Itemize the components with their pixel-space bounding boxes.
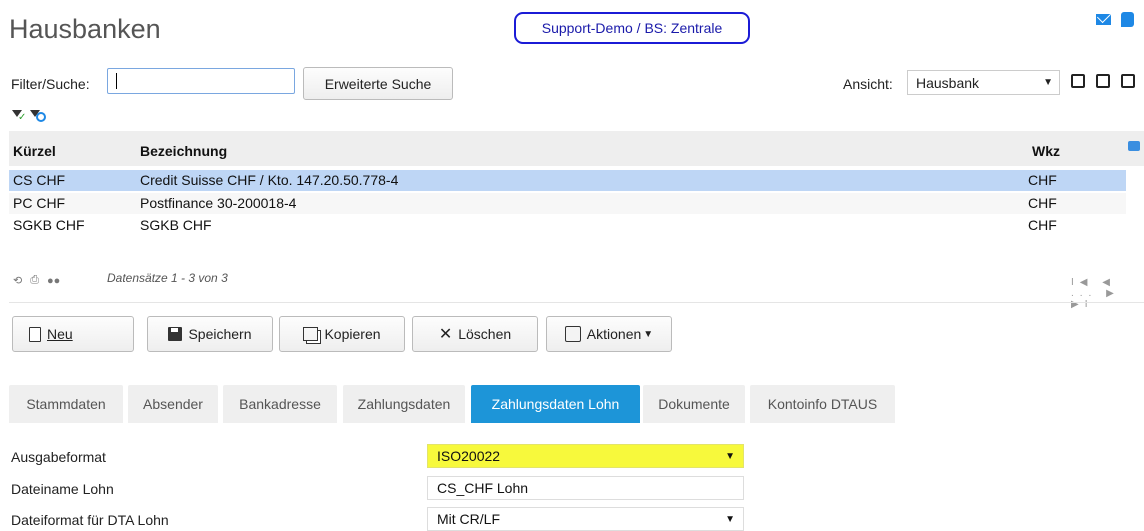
table-row[interactable]: SGKB CHF SGKB CHF CHF bbox=[9, 215, 1126, 236]
document-icon bbox=[29, 326, 41, 342]
table-row[interactable]: CS CHF Credit Suisse CHF / Kto. 147.20.5… bbox=[9, 170, 1126, 191]
cell-bezeichnung: SGKB CHF bbox=[140, 217, 212, 233]
ausgabeformat-label: Ausgabeformat bbox=[11, 449, 106, 465]
dateiformat-select[interactable]: Mit CR/LF ▼ bbox=[427, 507, 744, 531]
column-header-wkz[interactable]: Wkz bbox=[1032, 143, 1060, 159]
top-icons bbox=[1096, 12, 1134, 27]
divider bbox=[9, 302, 1144, 303]
records-count: Datensätze 1 - 3 von 3 bbox=[107, 271, 228, 285]
table-tools: ⟲ ⎙ ●● bbox=[13, 274, 60, 287]
chevron-down-icon: ▼ bbox=[1043, 77, 1053, 88]
save-button[interactable]: Speichern bbox=[147, 316, 273, 352]
context-badge: Support-Demo / BS: Zentrale bbox=[514, 12, 750, 44]
column-chooser-icon[interactable] bbox=[1128, 141, 1140, 151]
tab-zahlungsdaten[interactable]: Zahlungsdaten bbox=[343, 385, 465, 423]
settings-dots-icon[interactable]: ●● bbox=[47, 275, 60, 287]
filter-search-input[interactable] bbox=[107, 68, 295, 94]
delete-button[interactable]: ✕ Löschen bbox=[412, 316, 538, 352]
page-title: Hausbanken bbox=[9, 14, 161, 44]
tab-dokumente[interactable]: Dokumente bbox=[643, 385, 745, 423]
dateiformat-label: Dateiformat für DTA Lohn bbox=[11, 512, 169, 528]
cell-kuerzel: CS CHF bbox=[13, 172, 66, 188]
cell-wkz: CHF bbox=[1028, 195, 1057, 211]
filter-toolbar: ✓ bbox=[12, 110, 47, 123]
pagination[interactable]: I◀ ◀ ... ▶ ▶I bbox=[1071, 277, 1144, 310]
view-label: Ansicht: bbox=[843, 76, 893, 92]
cell-bezeichnung: Postfinance 30-200018-4 bbox=[140, 195, 297, 211]
cell-wkz: CHF bbox=[1028, 217, 1057, 233]
view-select[interactable]: Hausbank ▼ bbox=[907, 70, 1060, 95]
cell-bezeichnung: Credit Suisse CHF / Kto. 147.20.50.778-4 bbox=[140, 172, 399, 188]
table-row[interactable]: PC CHF Postfinance 30-200018-4 CHF bbox=[9, 193, 1126, 214]
filter-search-icon[interactable] bbox=[30, 110, 47, 123]
dateiname-value: CS_CHF Lohn bbox=[437, 480, 529, 496]
tab-kontoinfo-dtaus[interactable]: Kontoinfo DTAUS bbox=[750, 385, 895, 423]
new-button[interactable]: Neu bbox=[12, 316, 134, 352]
extended-search-button[interactable]: Erweiterte Suche bbox=[303, 67, 453, 100]
save-button-label: Speichern bbox=[188, 326, 252, 342]
layout-split-icon[interactable] bbox=[1096, 74, 1110, 88]
actions-button-label: Aktionen bbox=[586, 326, 642, 342]
layout-full-icon[interactable] bbox=[1121, 74, 1135, 88]
layout-single-icon[interactable] bbox=[1071, 74, 1085, 88]
view-select-value: Hausbank bbox=[916, 74, 980, 91]
cell-wkz: CHF bbox=[1028, 172, 1057, 188]
column-header-kuerzel[interactable]: Kürzel bbox=[13, 143, 56, 159]
dateiname-label: Dateiname Lohn bbox=[11, 481, 114, 497]
chevron-down-icon: ▼ bbox=[725, 513, 735, 525]
filter-label: Filter/Suche: bbox=[11, 76, 90, 92]
filter-apply-icon[interactable]: ✓ bbox=[12, 110, 26, 123]
tab-bankadresse[interactable]: Bankadresse bbox=[223, 385, 337, 423]
dateiname-input[interactable]: CS_CHF Lohn bbox=[427, 476, 744, 500]
delete-button-label: Löschen bbox=[458, 326, 512, 342]
tab-zahlungsdaten-lohn[interactable]: Zahlungsdaten Lohn bbox=[471, 385, 640, 423]
cell-kuerzel: PC CHF bbox=[13, 195, 66, 211]
chevron-down-icon: ▼ bbox=[725, 450, 735, 462]
column-header-bezeichnung[interactable]: Bezeichnung bbox=[140, 143, 227, 159]
print-icon[interactable]: ⎙ bbox=[30, 274, 39, 287]
extended-search-label: Erweiterte Suche bbox=[324, 75, 432, 92]
tab-stammdaten[interactable]: Stammdaten bbox=[9, 385, 123, 423]
dateiformat-value: Mit CR/LF bbox=[437, 511, 500, 527]
refresh-icon[interactable]: ⟲ bbox=[13, 274, 22, 287]
mail-icon[interactable] bbox=[1096, 14, 1111, 25]
close-icon: ✕ bbox=[438, 326, 453, 343]
copy-icon bbox=[303, 327, 319, 341]
help-icon[interactable] bbox=[1121, 12, 1134, 27]
new-button-label: Neu bbox=[47, 326, 73, 342]
cell-kuerzel: SGKB CHF bbox=[13, 217, 85, 233]
actions-button[interactable]: Aktionen ▼ bbox=[546, 316, 672, 352]
copy-button[interactable]: Kopieren bbox=[279, 316, 405, 352]
ausgabeformat-value: ISO20022 bbox=[437, 448, 501, 464]
ausgabeformat-select[interactable]: ISO20022 ▼ bbox=[427, 444, 744, 468]
tab-absender[interactable]: Absender bbox=[128, 385, 218, 423]
copy-button-label: Kopieren bbox=[324, 326, 381, 342]
caret-down-icon: ▼ bbox=[643, 328, 654, 340]
actions-icon bbox=[564, 326, 581, 342]
floppy-icon bbox=[168, 327, 183, 341]
